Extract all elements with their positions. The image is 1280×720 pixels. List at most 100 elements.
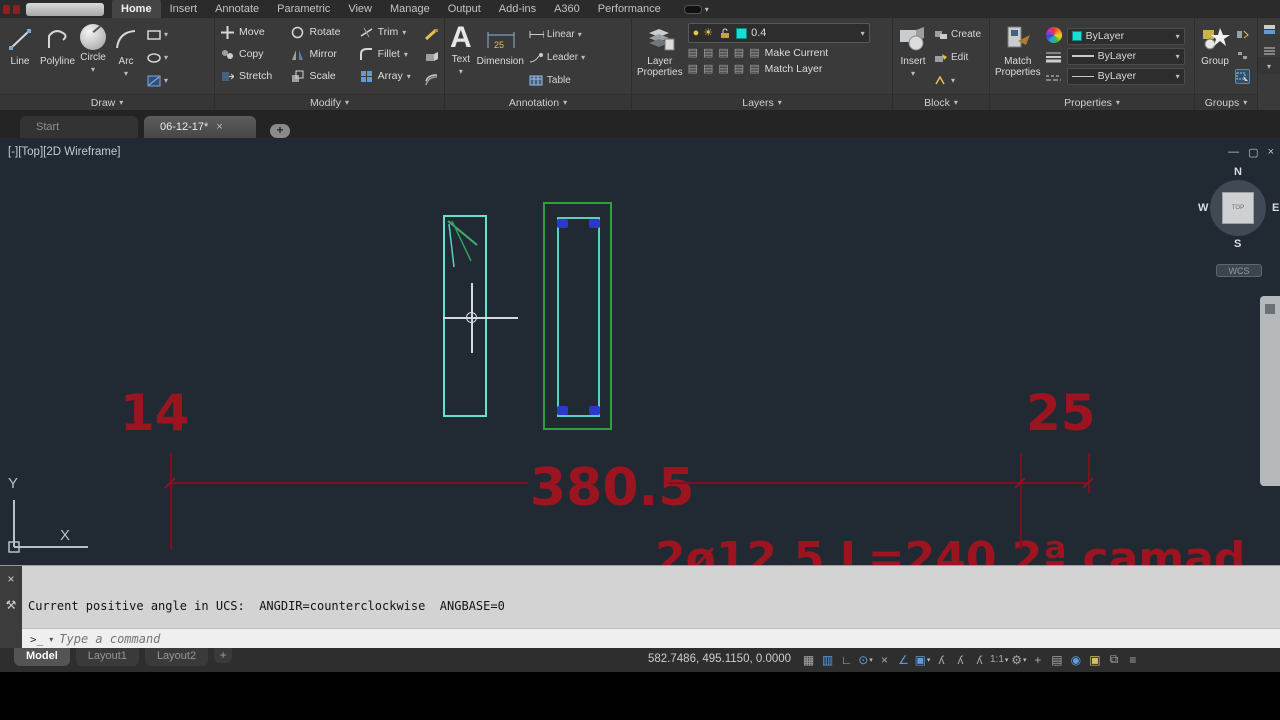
object-color-dropdown[interactable]: ByLayer ▾ bbox=[1066, 27, 1185, 45]
isolate-objects-icon[interactable]: ▣ bbox=[1086, 650, 1103, 669]
lineweight-dropdown[interactable]: ByLayer ▾ bbox=[1066, 47, 1185, 65]
create-block-button[interactable]: Create bbox=[933, 27, 981, 42]
close-icon[interactable]: × bbox=[216, 121, 222, 133]
tab-performance[interactable]: Performance bbox=[589, 0, 670, 18]
tab-parametric[interactable]: Parametric bbox=[268, 0, 339, 18]
color-wheel-icon[interactable] bbox=[1045, 27, 1062, 43]
panel-label-draw[interactable]: Draw ▾ bbox=[0, 94, 214, 110]
move-tool[interactable]: Move bbox=[220, 25, 280, 40]
tab-view[interactable]: View bbox=[339, 0, 381, 18]
tab-layout2[interactable]: Layout2 bbox=[144, 648, 209, 666]
tab-annotate[interactable]: Annotate bbox=[206, 0, 268, 18]
list-panel-icon[interactable] bbox=[1262, 43, 1277, 58]
rectangle-object-right[interactable] bbox=[543, 202, 612, 430]
fillet-tool[interactable]: Fillet ▾ bbox=[359, 47, 419, 62]
layer-properties-button[interactable]: Layer Properties bbox=[637, 21, 683, 94]
new-drawing-button[interactable]: + bbox=[270, 124, 290, 138]
insert-block-button[interactable]: Insert ▾ bbox=[898, 21, 928, 94]
arc-tool[interactable]: Arc ▾ bbox=[111, 21, 141, 94]
tab-layout1[interactable]: Layout1 bbox=[75, 648, 139, 666]
layer-unlock-icon[interactable]: ▤ bbox=[734, 63, 744, 75]
dimension-tool[interactable]: 25 Dimension bbox=[477, 21, 524, 94]
group-edit-icon[interactable] bbox=[1235, 48, 1250, 63]
docked-palette-edge[interactable] bbox=[1260, 296, 1280, 486]
rectangle-object-left[interactable] bbox=[443, 215, 487, 417]
snap-mode-icon[interactable]: ▥ bbox=[819, 650, 836, 669]
layer-color-swatch[interactable] bbox=[736, 27, 748, 39]
rectangle-inner[interactable] bbox=[557, 217, 600, 417]
layer-dropdown[interactable]: ● ☀ 0.4 ▾ bbox=[687, 23, 870, 43]
grip-top-left[interactable] bbox=[557, 219, 568, 228]
stretch-tool[interactable]: Stretch bbox=[220, 69, 280, 84]
group-selection-toggle[interactable] bbox=[1235, 69, 1250, 84]
layer-freeze-icon[interactable]: ☀ bbox=[703, 27, 713, 39]
quick-properties-icon[interactable]: ▤ bbox=[1048, 650, 1065, 669]
file-tab-start[interactable]: Start bbox=[20, 116, 138, 138]
grip-bottom-left[interactable] bbox=[557, 406, 568, 415]
array-tool[interactable]: Array ▾ bbox=[359, 69, 419, 84]
wcs-dropdown[interactable]: WCS bbox=[1216, 264, 1262, 277]
block-attributes-button[interactable]: ▾ bbox=[933, 73, 981, 88]
panel-label-block[interactable]: Block ▾ bbox=[893, 94, 989, 110]
isodraft-icon[interactable]: × bbox=[876, 650, 893, 669]
annotation-visibility-icon[interactable]: ʎ bbox=[933, 650, 950, 669]
drawing-canvas[interactable]: [-][Top][2D Wireframe] — ▢ × TOP N S W E… bbox=[0, 138, 1280, 565]
scale-tool[interactable]: Scale bbox=[290, 69, 348, 84]
tab-manage[interactable]: Manage bbox=[381, 0, 439, 18]
annotation-autoscale-icon[interactable]: ʎ bbox=[952, 650, 969, 669]
tab-addins[interactable]: Add-ins bbox=[490, 0, 545, 18]
grid-display-icon[interactable]: ▦ bbox=[800, 650, 817, 669]
grip-top-right[interactable] bbox=[589, 219, 600, 228]
ortho-mode-icon[interactable]: ∟ bbox=[838, 650, 855, 669]
tab-a360[interactable]: A360 bbox=[545, 0, 589, 18]
rectangle-tool[interactable]: ▾ bbox=[146, 27, 168, 42]
layer-lock-tool-icon[interactable]: ▤ bbox=[734, 47, 744, 59]
linetype-list-icon[interactable] bbox=[1046, 70, 1062, 85]
layer-lock-icon[interactable] bbox=[717, 26, 732, 41]
viewcube-south[interactable]: S bbox=[1234, 238, 1241, 250]
grip-bottom-right[interactable] bbox=[589, 406, 600, 415]
erase-icon[interactable] bbox=[424, 27, 439, 42]
annotation-scale-icon[interactable]: ʎ bbox=[971, 650, 988, 669]
layer-freeze-tool-icon[interactable]: ▤ bbox=[718, 47, 728, 59]
panel-label-properties[interactable]: Properties ▾ bbox=[990, 94, 1194, 110]
explode-icon[interactable] bbox=[424, 50, 439, 65]
tab-output[interactable]: Output bbox=[439, 0, 490, 18]
tab-insert[interactable]: Insert bbox=[161, 0, 207, 18]
object-snap-icon[interactable]: ▣ ▾ bbox=[914, 650, 931, 669]
panel-label-layers[interactable]: Layers ▾ bbox=[632, 94, 892, 110]
polar-tracking-icon[interactable]: ⊙ ▾ bbox=[857, 650, 874, 669]
minimize-icon[interactable]: — bbox=[1228, 146, 1239, 159]
table-tool[interactable]: Table bbox=[529, 73, 585, 88]
copy-tool[interactable]: Copy bbox=[220, 47, 280, 62]
customization-icon[interactable]: ≡ bbox=[1124, 650, 1141, 669]
file-tab-drawing[interactable]: 06-12-17* × bbox=[144, 116, 256, 138]
workspace-gear-icon[interactable]: ⚙ ▾ bbox=[1010, 650, 1027, 669]
close-icon[interactable]: × bbox=[7, 572, 14, 586]
wrench-icon[interactable]: ⚒ bbox=[6, 598, 17, 612]
annotation-scale-value[interactable]: 1:1 ▾ bbox=[990, 650, 1008, 669]
viewport-controls[interactable]: [-][Top][2D Wireframe] bbox=[8, 146, 120, 158]
lineweight-list-icon[interactable] bbox=[1046, 49, 1062, 64]
layer-isolate-icon[interactable]: ▤ bbox=[703, 47, 713, 59]
trim-tool[interactable]: Trim ▾ bbox=[359, 25, 419, 40]
rebar-note-text[interactable]: 2ø12.5 L=240 2ª camad bbox=[655, 533, 1245, 565]
match-properties-button[interactable]: Match Properties bbox=[995, 21, 1041, 94]
viewcube-face-top[interactable]: TOP bbox=[1222, 192, 1254, 224]
layer-on-all-icon[interactable]: ▤ bbox=[688, 63, 698, 75]
layer-on-icon[interactable]: ● bbox=[693, 27, 700, 39]
mirror-tool[interactable]: Mirror bbox=[290, 47, 348, 62]
panel-label-groups[interactable]: Groups ▾ bbox=[1195, 94, 1257, 110]
quick-access-toolbar[interactable] bbox=[26, 2, 104, 16]
graphics-performance-icon[interactable]: ◉ bbox=[1067, 650, 1084, 669]
close-icon[interactable]: × bbox=[1268, 146, 1274, 159]
layer-off-icon[interactable]: ▤ bbox=[688, 47, 698, 59]
dimension-text-left[interactable]: 14 bbox=[120, 384, 190, 442]
clean-screen-icon[interactable]: ⧉ bbox=[1105, 650, 1122, 669]
make-current-button[interactable]: Make Current bbox=[765, 47, 829, 59]
object-snap-tracking-icon[interactable]: ∠ bbox=[895, 650, 912, 669]
offset-icon[interactable] bbox=[424, 73, 439, 88]
command-input[interactable] bbox=[59, 632, 460, 646]
polyline-tool[interactable]: Polyline bbox=[40, 21, 75, 94]
match-layer-button[interactable]: Match Layer bbox=[765, 63, 823, 75]
